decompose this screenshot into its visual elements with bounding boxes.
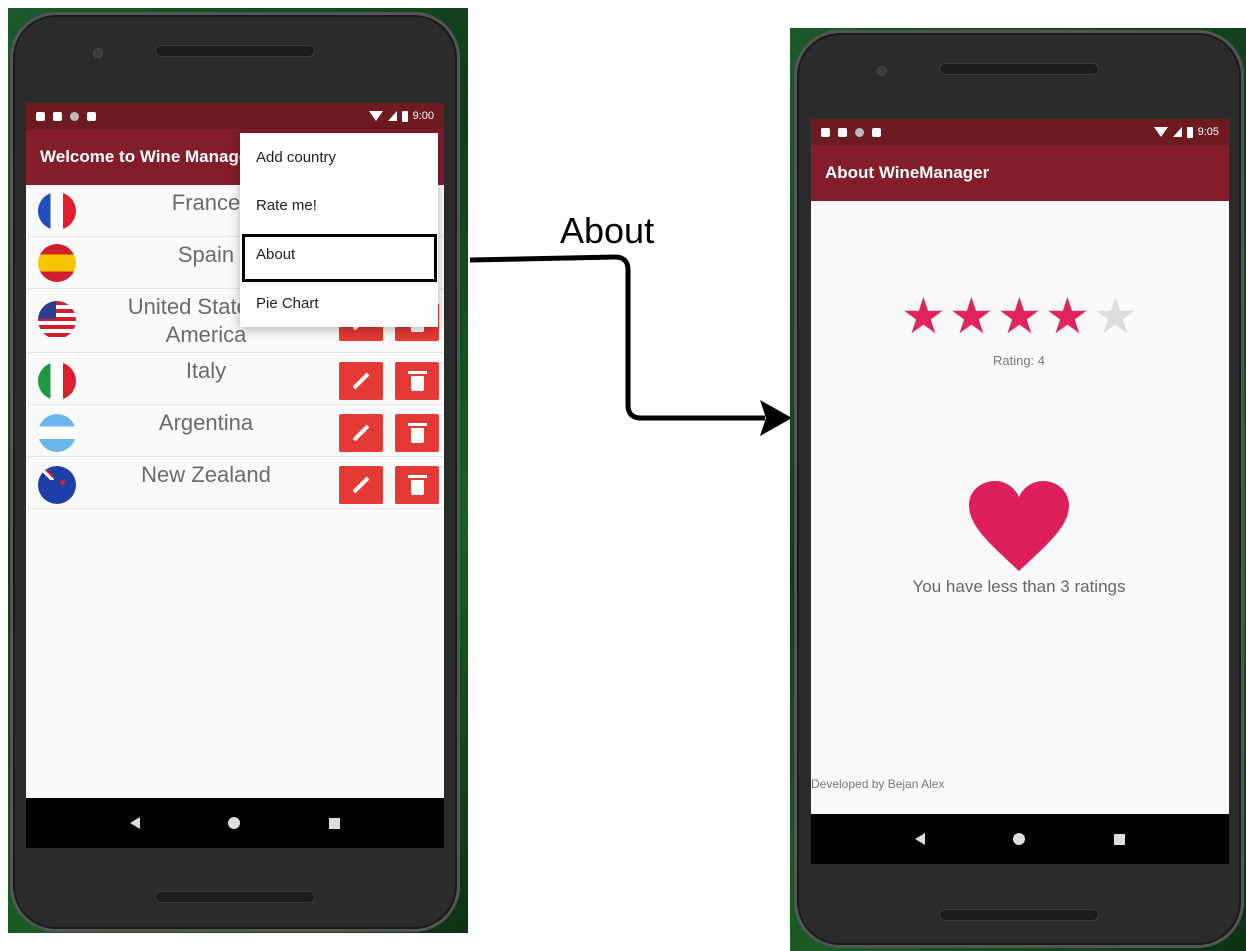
canvas: 9:00 Welcome to Wine Manager France Spai… [0, 0, 1246, 951]
pencil-icon [352, 476, 370, 494]
right-phone: 9:05 About WineManager ★ ★ ★ ★ ★ Rating:… [794, 30, 1244, 948]
pencil-icon [352, 372, 370, 390]
delete-button[interactable] [395, 362, 439, 400]
delete-button[interactable] [395, 414, 439, 452]
notification-icon [838, 127, 847, 137]
about-highlight-box [242, 234, 437, 282]
edit-button[interactable] [339, 466, 383, 504]
record-icon [70, 111, 79, 121]
menu-item-pie-chart[interactable]: Pie Chart [240, 279, 438, 327]
country-name: Italy [185, 358, 227, 383]
list-item[interactable]: Argentina [26, 405, 444, 457]
settings-icon [821, 127, 830, 137]
left-phone: 9:00 Welcome to Wine Manager France Spai… [10, 12, 460, 932]
delete-button[interactable] [395, 466, 439, 504]
rating-label: Rating: 4 [992, 353, 1046, 368]
new-zealand-flag-icon [38, 466, 76, 504]
spain-flag-icon [38, 244, 76, 282]
pencil-icon [352, 424, 370, 442]
battery-icon [1186, 126, 1193, 138]
menu-item-rate-me[interactable]: Rate me! [240, 181, 438, 229]
wifi-icon [1153, 127, 1168, 137]
signal-icon [1172, 127, 1182, 137]
back-icon[interactable] [130, 817, 141, 829]
left-screen: 9:00 Welcome to Wine Manager France Spai… [26, 103, 444, 848]
argentina-flag-icon [38, 414, 76, 452]
star-4-icon[interactable]: ★ [1045, 291, 1090, 341]
usa-flag-icon [38, 301, 76, 339]
list-item[interactable]: Italy [26, 353, 444, 405]
country-name: Argentina [158, 410, 254, 435]
country-name: New Zealand [141, 462, 271, 487]
star-2-icon[interactable]: ★ [949, 291, 994, 341]
wifi-icon [368, 111, 383, 121]
front-camera [93, 48, 103, 58]
navigation-bar [26, 798, 444, 848]
status-time: 9:05 [1197, 126, 1219, 138]
ratings-message: You have less than 3 ratings [912, 577, 1126, 596]
trash-icon [407, 370, 427, 391]
star-3-icon[interactable]: ★ [997, 291, 1042, 341]
top-speaker [939, 63, 1099, 75]
page-title: About WineManager [811, 145, 1229, 201]
edit-button[interactable] [339, 414, 383, 452]
list-item[interactable]: New Zealand [26, 457, 444, 509]
status-bar: 9:00 [26, 103, 444, 129]
record-icon [855, 127, 864, 137]
sd-card-icon [87, 111, 96, 121]
recents-icon[interactable] [328, 817, 340, 829]
star-1-icon[interactable]: ★ [901, 291, 946, 341]
top-speaker [155, 45, 315, 57]
france-flag-icon [38, 192, 76, 230]
star-5-icon[interactable]: ★ [1093, 291, 1138, 341]
status-time: 9:00 [412, 110, 434, 122]
italy-flag-icon [38, 362, 76, 400]
overflow-menu: Add country Rate me! About Pie Chart [240, 133, 438, 327]
sd-card-icon [872, 127, 881, 137]
settings-icon [36, 111, 45, 121]
home-icon[interactable] [1013, 833, 1026, 845]
signal-icon [387, 111, 397, 121]
home-icon[interactable] [228, 817, 241, 829]
bottom-speaker [155, 891, 315, 903]
back-icon[interactable] [915, 833, 926, 845]
navigation-bar [811, 814, 1229, 864]
heart-icon [969, 481, 1069, 571]
trash-icon [407, 422, 427, 443]
front-camera [877, 66, 887, 76]
edit-button[interactable] [339, 362, 383, 400]
arrow-label: About [560, 210, 655, 251]
menu-item-add-country[interactable]: Add country [240, 133, 438, 181]
right-screen: 9:05 About WineManager ★ ★ ★ ★ ★ Rating:… [811, 119, 1229, 864]
bottom-speaker [939, 909, 1099, 921]
recents-icon[interactable] [1113, 833, 1125, 845]
notification-icon [53, 111, 62, 121]
status-bar: 9:05 [811, 119, 1229, 145]
trash-icon [407, 474, 427, 495]
developer-credit: Developed by Bejan Alex [811, 777, 945, 791]
rating-bar[interactable]: ★ ★ ★ ★ ★ [901, 291, 1141, 343]
battery-icon [401, 110, 408, 122]
